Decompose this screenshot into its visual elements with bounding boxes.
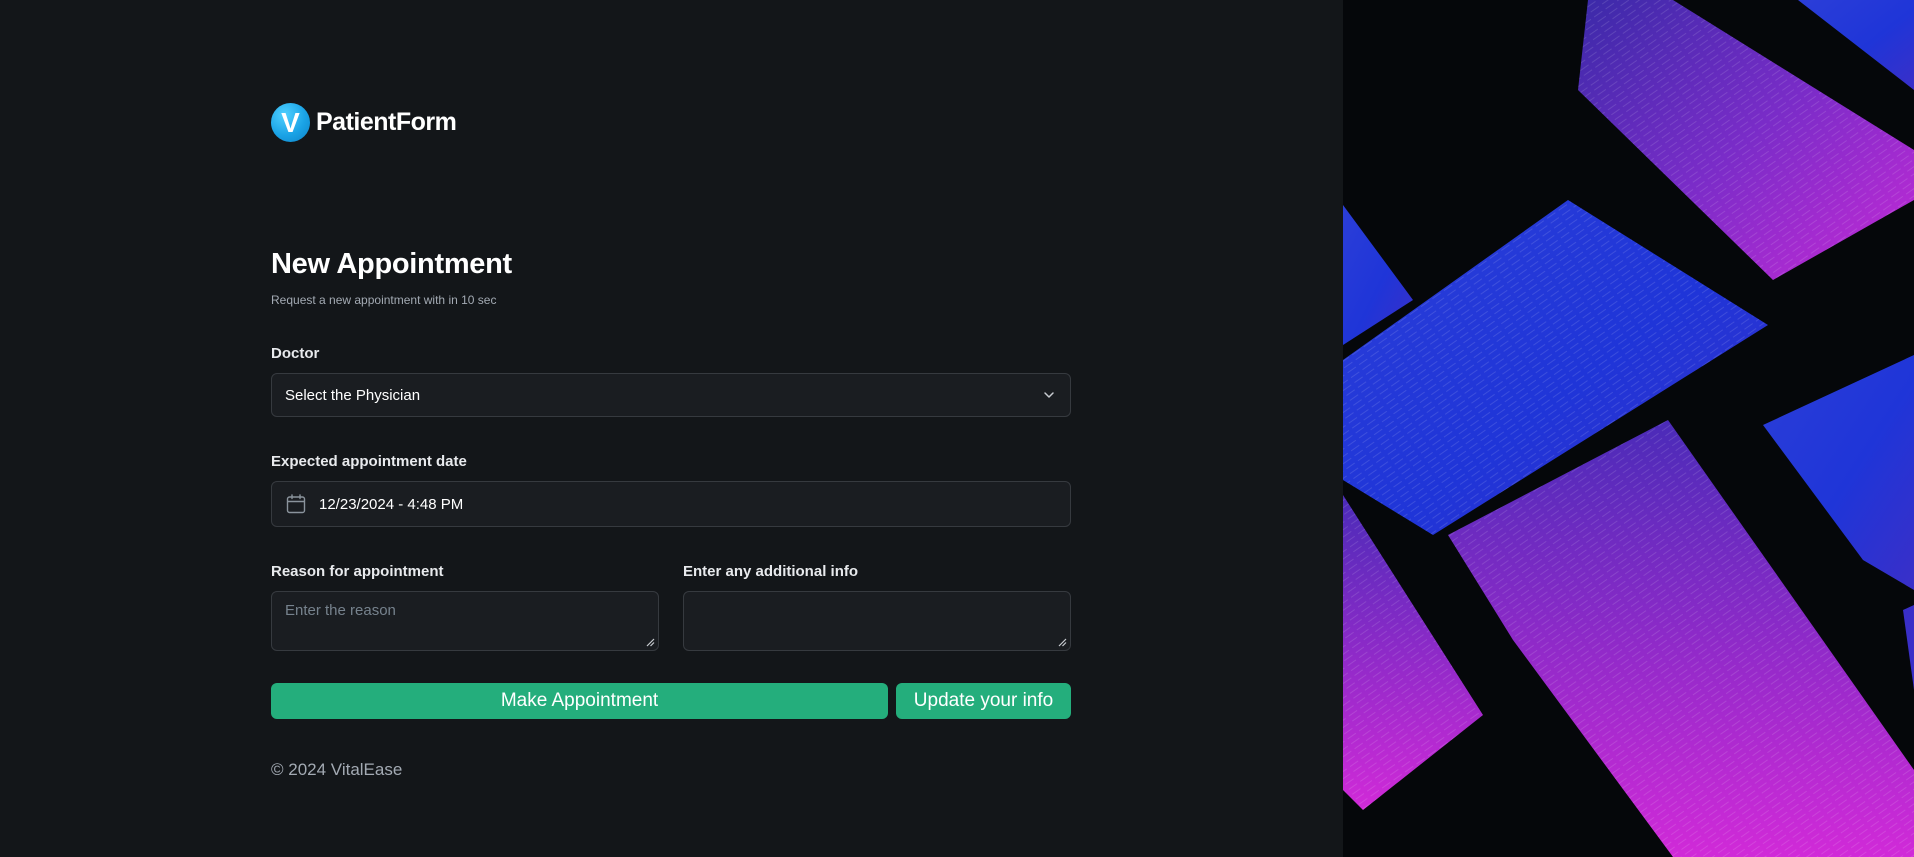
date-label: Expected appointment date (271, 453, 467, 470)
brand-logo[interactable]: V PatientForm (271, 103, 457, 142)
chevron-down-icon (1044, 392, 1054, 398)
additional-info-textarea[interactable] (683, 591, 1071, 651)
hero-image (1343, 0, 1914, 857)
additional-label: Enter any additional info (683, 563, 859, 580)
date-picker[interactable]: 12/23/2024 - 4:48 PM (271, 481, 1071, 527)
reason-placeholder: Enter the reason (285, 602, 396, 619)
resize-handle-icon[interactable] (1057, 637, 1067, 647)
brand-v-logo: V (271, 103, 310, 142)
doctor-select-value: Select the Physician (285, 386, 421, 404)
page-subtitle: Request a new appointment with in 10 sec (271, 293, 497, 307)
resize-handle-icon[interactable] (645, 637, 655, 647)
reason-label: Reason for appointment (271, 563, 444, 580)
page-title: New Appointment (271, 248, 512, 280)
doctor-label: Doctor (271, 345, 320, 362)
update-info-button[interactable]: Update your info (896, 683, 1071, 719)
date-value: 12/23/2024 - 4:48 PM (319, 495, 464, 513)
brand-name: PatientForm (316, 108, 457, 136)
abstract-tiles-image (1343, 0, 1914, 857)
form-panel: V PatientForm New Appointment Request a … (0, 0, 1343, 857)
copyright: © 2024 VitalEase (271, 760, 403, 779)
appointment-page: V PatientForm New Appointment Request a … (0, 0, 1914, 857)
make-appointment-button[interactable]: Make Appointment (271, 683, 888, 719)
calendar-icon (286, 494, 306, 514)
reason-textarea[interactable]: Enter the reason (271, 591, 659, 651)
doctor-select[interactable]: Select the Physician (271, 373, 1071, 417)
